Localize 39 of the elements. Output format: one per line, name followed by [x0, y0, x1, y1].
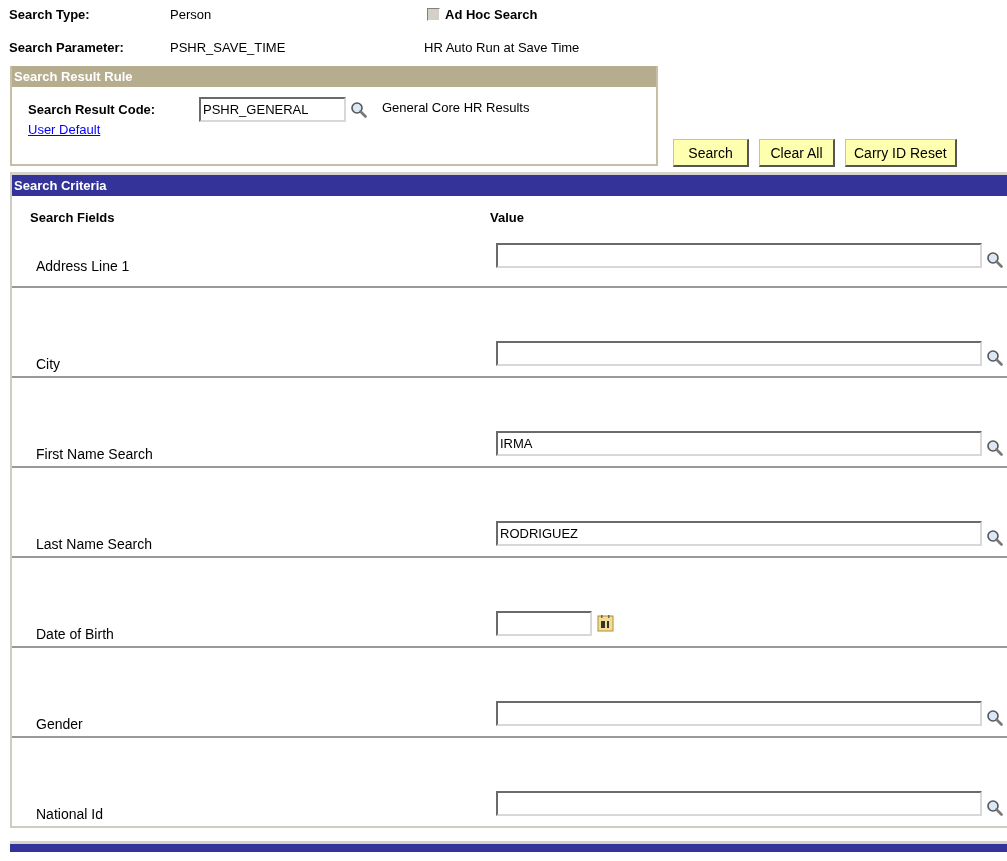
field-label: First Name Search [35, 446, 154, 462]
field-label: Search Parameter: [9, 39, 125, 55]
input-field[interactable] [496, 791, 982, 816]
date-field[interactable] [496, 611, 592, 636]
input-field[interactable] [496, 701, 982, 726]
search-icon[interactable] [986, 709, 1003, 726]
field-label: City [35, 356, 62, 372]
field-label: Date of Birth [35, 626, 115, 642]
input-field[interactable] [496, 243, 982, 268]
search-icon[interactable] [986, 251, 1003, 268]
field-label: Address Line 1 [35, 258, 131, 274]
field-label: Gender [35, 716, 84, 732]
search-icon[interactable] [986, 349, 1003, 366]
user-default-link[interactable]: User Default [28, 122, 101, 137]
column-header: Search Fields [30, 210, 116, 225]
action-button[interactable]: Carry ID Reset [845, 139, 957, 167]
input-field[interactable] [496, 341, 982, 366]
field-value: PSHR_SAVE_TIME [170, 39, 287, 55]
calendar-icon[interactable] [597, 614, 614, 632]
search-icon[interactable] [986, 529, 1003, 546]
field-label: National Id [35, 806, 104, 822]
field-description: HR Auto Run at Save Time [424, 39, 581, 55]
panel-title: Search Criteria [12, 172, 1007, 196]
input-field[interactable]: PSHR_GENERAL [199, 97, 346, 122]
input-field[interactable]: RODRIGUEZ [496, 521, 982, 546]
field-description: General Core HR Results [382, 100, 531, 115]
column-header: Value [490, 210, 524, 225]
field-label: Search Type: [9, 6, 91, 22]
checkbox-label: Ad Hoc Search [445, 6, 538, 22]
action-button[interactable]: Clear All [759, 139, 835, 167]
search-icon[interactable] [986, 439, 1003, 456]
panel-title: Search Result Rule [12, 66, 656, 87]
action-button[interactable]: Search [673, 139, 749, 167]
input-field[interactable]: IRMA [496, 431, 982, 456]
field-label: Last Name Search [35, 536, 153, 552]
search-icon[interactable] [350, 101, 367, 118]
field-value: Person [170, 6, 213, 22]
field-label: Search Result Code: [28, 102, 157, 117]
search-icon[interactable] [986, 799, 1003, 816]
